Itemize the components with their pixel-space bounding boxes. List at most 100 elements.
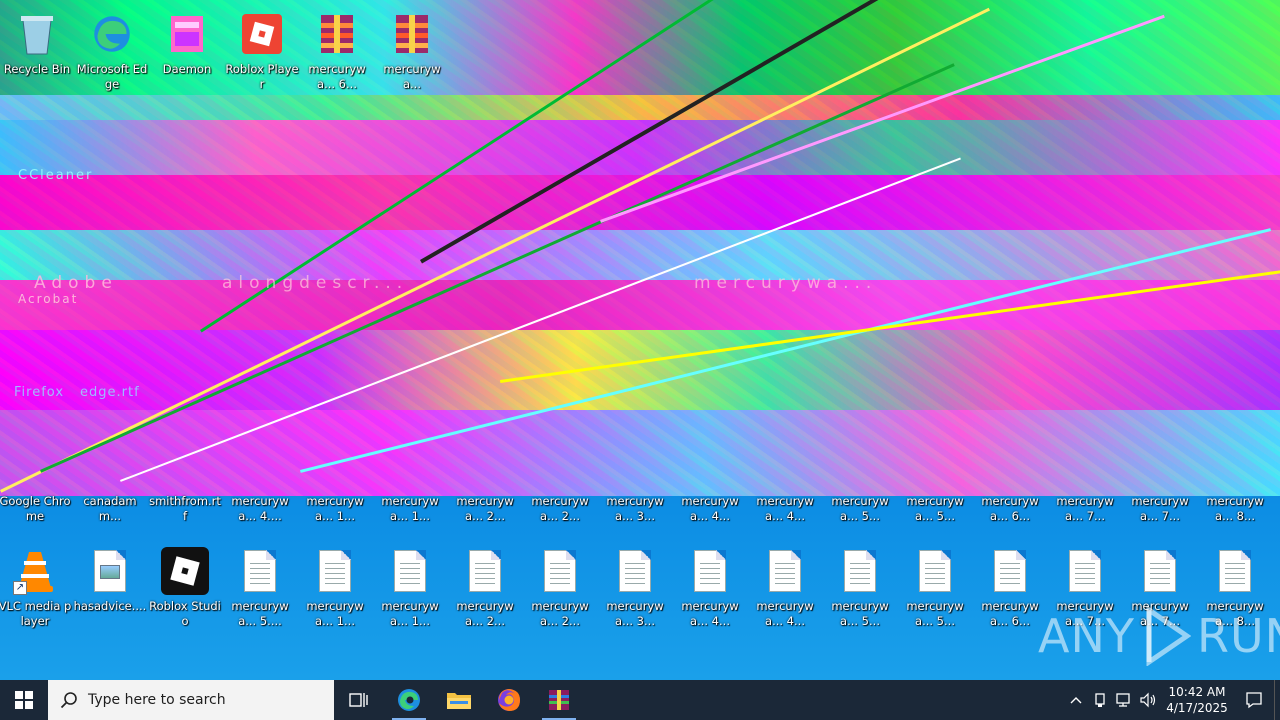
taskbar-edge[interactable] [384, 680, 434, 720]
desktop-icon[interactable]: mercurywa... 5.... [223, 543, 297, 639]
document-icon [844, 550, 876, 592]
desktop-icon-label: Google Chrome [0, 494, 71, 523]
watermark-run: RUN [1196, 609, 1280, 663]
desktop-icon[interactable]: mercurywa... 4... [673, 490, 747, 530]
desktop-icon-label: mercurywa... 1... [306, 599, 364, 628]
desktop-icon[interactable]: mercurywa... 7... [1123, 490, 1197, 530]
desktop-icon-label: mercurywa... 6... [308, 62, 366, 91]
desktop-icon[interactable]: mercurywa... 4... [673, 543, 747, 639]
network-icon [1116, 693, 1130, 707]
desktop-icon-label: mercurywa... 3... [606, 599, 664, 628]
desktop-icon[interactable]: mercurywa... 3... [598, 543, 672, 639]
desktop-icon-image [388, 10, 436, 58]
desktop-icon-image [86, 547, 134, 595]
desktop-icon[interactable]: mercurywa... 4... [748, 490, 822, 530]
clock-time: 10:42 AM [1168, 685, 1226, 699]
desktop-icon-label: Microsoft Edge [76, 62, 148, 91]
glitch-label-ccleaner: CCleaner [18, 168, 94, 183]
desktop-icon[interactable]: mercurywa... 4... [748, 543, 822, 639]
desktop-icon[interactable]: mercurywa... 5... [898, 543, 972, 639]
volume-icon [1140, 692, 1156, 708]
start-button[interactable] [0, 680, 48, 720]
desktop-icon-label: mercurywa... 1... [381, 599, 439, 628]
desktop-icon[interactable]: Daemon [150, 6, 224, 102]
folder-icon [447, 693, 471, 709]
recycle-bin-icon [21, 16, 53, 55]
taskbar-clock[interactable]: 10:42 AM 4/17/2025 [1160, 684, 1234, 716]
tray-device-icon-button[interactable] [1088, 692, 1112, 708]
desktop-icon-label: Recycle Bin [3, 62, 71, 76]
desktop-icon-label: mercurywa... 4... [681, 599, 739, 628]
desktop-icon-label: smithfrom.rtf [149, 494, 221, 523]
tray-network-button[interactable] [1112, 692, 1136, 708]
desktop-icon[interactable]: mercurywa... 8... [1198, 490, 1272, 530]
desktop-icon-label: mercurywa... 3... [606, 494, 664, 523]
document-icon [1144, 550, 1176, 592]
document-icon [394, 550, 426, 592]
desktop-icon-label: mercurywa... 5... [906, 599, 964, 628]
desktop-icon-label: mercurywa... 4... [756, 599, 814, 628]
desktop-icon-label: Roblox Studio [149, 599, 221, 628]
action-center-button[interactable] [1234, 691, 1274, 709]
desktop-icon[interactable]: mercurywa... 4.... [223, 490, 297, 530]
document-icon [544, 550, 576, 592]
desktop-icon[interactable]: mercurywa... 1... [373, 543, 447, 639]
desktop-icon[interactable]: mercurywa... 1... [373, 490, 447, 530]
desktop-icon[interactable]: mercurywa... 5... [823, 490, 897, 530]
desktop-icon[interactable]: mercurywa... 2... [448, 490, 522, 530]
desktop-icon[interactable]: mercurywa... 2... [448, 543, 522, 639]
glitch-label-acrobat: Acrobat [18, 292, 79, 306]
desktop-icon-label: mercurywa... 4.... [231, 494, 289, 523]
desktop-icon[interactable]: hasadvice.... [73, 543, 147, 639]
desktop-icon-label: VLC media player [0, 599, 72, 628]
glitched-desktop-area: CCleaner Adobe Acrobat alongdescr... mer… [0, 0, 1280, 496]
document-icon [994, 550, 1026, 592]
desktop-icon[interactable]: mercurywa... 2... [523, 490, 597, 530]
roblox-studio-icon [161, 547, 209, 595]
desktop-icon[interactable]: mercurywa... 1... [298, 490, 372, 530]
desktop-icon[interactable]: mercurywa... 6... [973, 543, 1047, 639]
tray-overflow-button[interactable] [1064, 696, 1088, 704]
desktop-icon[interactable]: mercurywa... 1... [298, 543, 372, 639]
desktop-icon[interactable]: Google Chrome [0, 490, 72, 530]
desktop-icon[interactable]: ↗ VLC media player [0, 543, 72, 639]
taskbar-search-box[interactable]: Type here to search [48, 680, 334, 720]
task-view-button[interactable] [334, 680, 384, 720]
desktop-icon-image [836, 547, 884, 595]
desktop-icon-label: mercurywa... 2... [531, 494, 589, 523]
desktop-icon-image [1211, 547, 1259, 595]
play-logo-icon [1146, 606, 1191, 666]
desktop-icon-image [236, 547, 284, 595]
taskbar-winrar[interactable] [534, 680, 584, 720]
desktop-icon[interactable]: mercurywa... 7... [1048, 490, 1122, 530]
desktop-icon-label: Roblox Player [225, 62, 299, 91]
taskbar-firefox[interactable] [484, 680, 534, 720]
desktop-icon-label: mercurywa... 8... [1206, 494, 1264, 523]
winrar-archive-icon [396, 15, 428, 53]
desktop-icon[interactable]: mercurywa... 2... [523, 543, 597, 639]
desktop-icon[interactable]: Microsoft Edge [75, 6, 149, 102]
watermark-any: ANY [1038, 609, 1135, 663]
desktop-icon-image [161, 547, 209, 595]
desktop-icon[interactable]: Recycle Bin [0, 6, 74, 102]
desktop-icon[interactable]: mercurywa... 5... [898, 490, 972, 530]
desktop-icon[interactable]: Roblox Player [225, 6, 299, 102]
desktop-icon[interactable]: mercurywa... 3... [598, 490, 672, 530]
desktop-icon[interactable]: smithfrom.rtf [148, 490, 222, 530]
desktop-icon[interactable]: Roblox Studio [148, 543, 222, 639]
desktop-icon-image [461, 547, 509, 595]
glitch-label-alongdesc: alongdescr... [222, 273, 409, 293]
firefox-icon [498, 689, 520, 711]
desktop-icon-image [986, 547, 1034, 595]
document-icon [769, 550, 801, 592]
desktop-icon[interactable]: mercurywa... 6... [300, 6, 374, 102]
tray-volume-button[interactable] [1136, 692, 1160, 708]
taskbar-file-explorer[interactable] [434, 680, 484, 720]
desktop-icon[interactable]: mercurywa... 6... [973, 490, 1047, 530]
show-desktop-button[interactable] [1274, 680, 1280, 720]
desktop-icon[interactable]: mercurywa... [375, 6, 449, 102]
winrar-icon [549, 690, 569, 710]
desktop-icon[interactable]: mercurywa... 5... [823, 543, 897, 639]
system-tray: 10:42 AM 4/17/2025 [1064, 680, 1280, 720]
desktop-icon[interactable]: canadamm... [73, 490, 147, 530]
